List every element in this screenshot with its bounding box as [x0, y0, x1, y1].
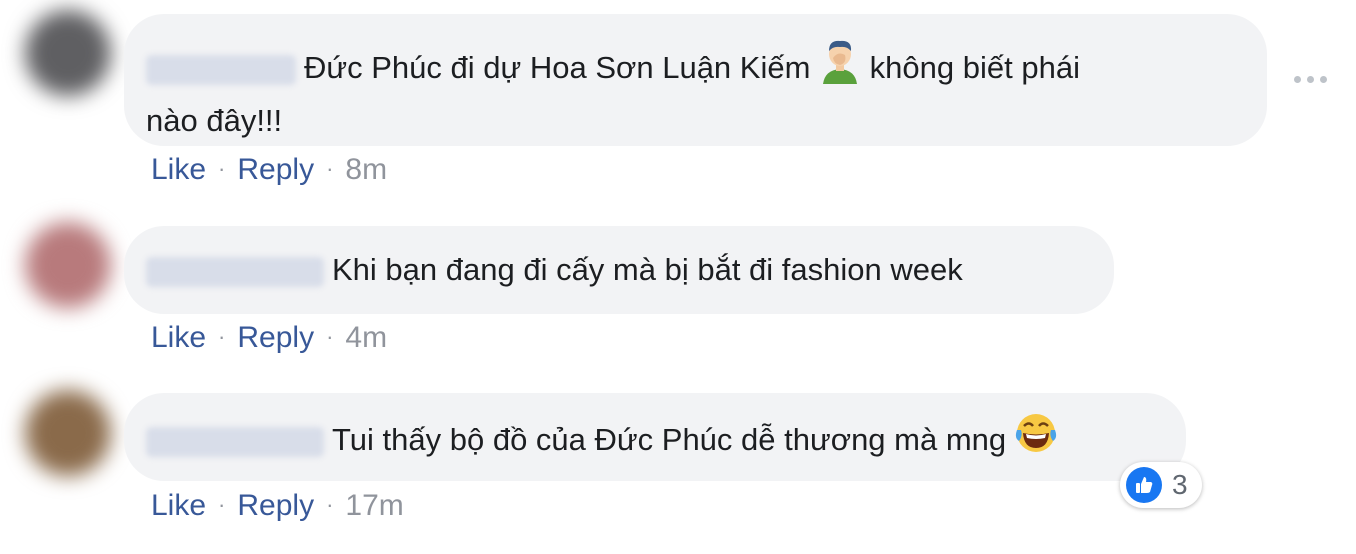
reaction-count: 3	[1172, 469, 1188, 500]
author-name-blurred[interactable]	[146, 427, 324, 457]
laughing-tears-emoji	[1015, 412, 1057, 466]
separator-dot: ·	[326, 324, 334, 349]
comment-bubble: Đức Phúc đi dự Hoa Sơn Luận Kiếm không b…	[124, 14, 1267, 146]
comment-text: Khi bạn đang đi cấy mà bị bắt đi fashion…	[332, 252, 963, 287]
comment-bubble: Tui thấy bộ đồ của Đức Phúc dễ thương mà…	[124, 393, 1186, 481]
like-button[interactable]: Like	[151, 489, 206, 522]
reply-button[interactable]: Reply	[237, 321, 314, 354]
separator-dot: ·	[218, 492, 226, 517]
comment-text-line2: nào đây!!!	[146, 103, 283, 138]
avatar[interactable]	[25, 222, 111, 308]
separator-dot: ·	[326, 492, 334, 517]
timestamp[interactable]: 4m	[345, 321, 387, 354]
reply-button[interactable]: Reply	[237, 489, 314, 522]
author-name-blurred[interactable]	[146, 55, 296, 85]
comment-bubble: Khi bạn đang đi cấy mà bị bắt đi fashion…	[124, 226, 1114, 314]
like-button[interactable]: Like	[151, 153, 206, 186]
avatar[interactable]	[25, 390, 111, 476]
man-facepalming-emoji	[819, 38, 861, 96]
comment-actions: Like · Reply · 17m	[151, 486, 404, 528]
comment-text: Tui thấy bộ đồ của Đức Phúc dễ thương mà…	[332, 422, 1007, 458]
comment-actions: Like · Reply · 4m	[151, 318, 387, 360]
timestamp[interactable]: 17m	[345, 489, 403, 522]
thumbs-up-icon	[1126, 467, 1162, 503]
like-button[interactable]: Like	[151, 321, 206, 354]
reaction-summary[interactable]: 3	[1120, 462, 1202, 508]
separator-dot: ·	[326, 156, 334, 181]
separator-dot: ·	[218, 324, 226, 349]
reply-button[interactable]: Reply	[237, 153, 314, 186]
timestamp[interactable]: 8m	[345, 153, 387, 186]
comment-text-part1: Đức Phúc đi dự Hoa Sơn Luận Kiếm	[304, 50, 811, 86]
author-name-blurred[interactable]	[146, 256, 324, 287]
comment-text-part2: không biết phái	[869, 50, 1080, 86]
separator-dot: ·	[218, 156, 226, 181]
more-options-icon[interactable]	[1294, 76, 1327, 83]
comment-actions: Like · Reply · 8m	[151, 150, 387, 192]
avatar[interactable]	[25, 10, 111, 96]
